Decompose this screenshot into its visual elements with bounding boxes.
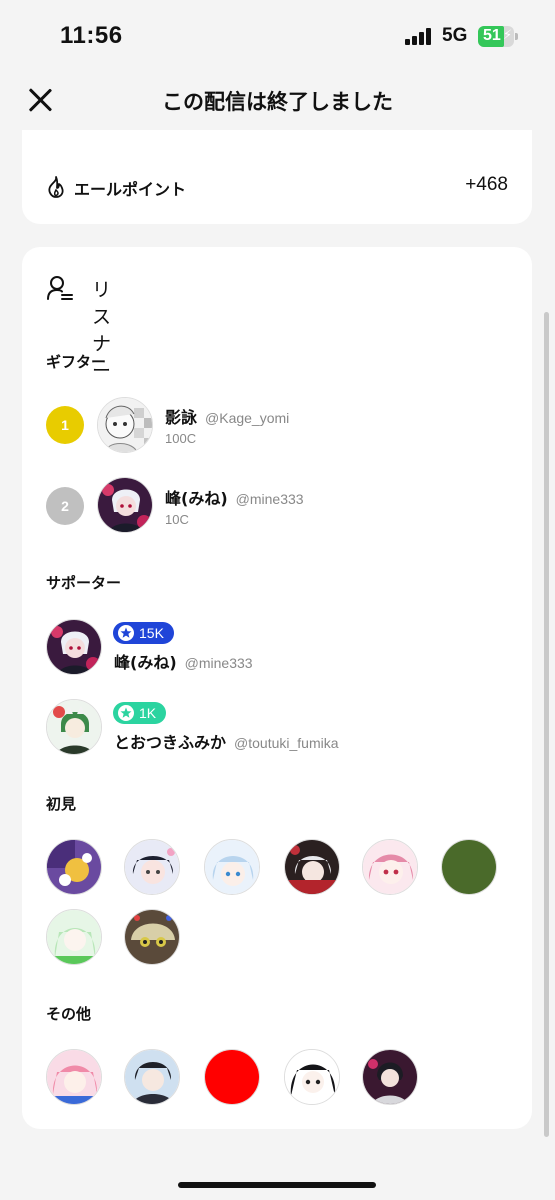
supporter-badge: 1K <box>113 702 167 724</box>
status-bar: 11:56 5G 51 ⚡ <box>0 0 555 72</box>
battery-tip <box>515 33 518 40</box>
gift-coins: 10C <box>165 512 189 527</box>
supporter-badge: 15K <box>113 622 174 644</box>
avatar[interactable] <box>97 477 153 533</box>
header: この配信は終了しました <box>0 72 555 128</box>
yell-points-row: エールポイント +468 <box>46 174 508 200</box>
user-name: 影詠 @Kage_yomi <box>165 408 290 427</box>
user-handle: @toutuki_fumika <box>234 735 339 751</box>
avatar[interactable] <box>284 1049 340 1105</box>
avatar[interactable] <box>441 839 497 895</box>
network-type: 5G <box>442 25 468 46</box>
others-section-title: その他 <box>46 1005 92 1023</box>
avatar[interactable] <box>97 397 153 453</box>
avatar[interactable] <box>46 1049 102 1105</box>
battery-level: 51 <box>483 27 501 44</box>
gifter-section-title: ギフター <box>46 353 107 371</box>
avatar[interactable] <box>362 839 418 895</box>
home-indicator[interactable] <box>178 1182 376 1188</box>
avatar[interactable] <box>46 839 102 895</box>
signal-icon <box>405 27 435 45</box>
avatar[interactable] <box>46 909 102 965</box>
first-time-section-title: 初見 <box>46 795 77 813</box>
supporter-section-title: サポーター <box>46 574 122 592</box>
avatar[interactable] <box>124 839 180 895</box>
user-name: 峰(みね) @mine333 <box>165 489 304 508</box>
avatar[interactable] <box>284 839 340 895</box>
user-handle: @mine333 <box>235 491 304 507</box>
star-icon <box>118 705 134 721</box>
user-name: とおつきふみか @toutuki_fumika <box>114 733 339 752</box>
page-title: この配信は終了しました <box>162 90 393 114</box>
avatar[interactable] <box>124 909 180 965</box>
battery-icon: 51 ⚡ <box>478 26 514 47</box>
avatar[interactable] <box>46 699 102 755</box>
avatar[interactable] <box>362 1049 418 1105</box>
user-handle: @Kage_yomi <box>205 410 290 426</box>
user-handle: @mine333 <box>184 655 253 671</box>
user-name: 峰(みね) @mine333 <box>114 653 253 672</box>
avatar[interactable] <box>204 839 260 895</box>
rank-badge: 2 <box>46 487 84 525</box>
avatar[interactable] <box>124 1049 180 1105</box>
rank-badge: 1 <box>46 406 84 444</box>
star-icon <box>118 625 134 641</box>
status-time: 11:56 <box>60 22 123 49</box>
listener-card: リスナー ギフター 1 影詠 @Kage_yomi 100C 2 峰(みね) @… <box>22 247 532 1129</box>
person-list-icon <box>47 276 73 300</box>
yell-points-card: エールポイント +468 <box>22 130 532 224</box>
avatar[interactable] <box>46 619 102 675</box>
yell-points-value: +468 <box>465 174 508 195</box>
avatar[interactable] <box>204 1049 260 1105</box>
yell-points-label: エールポイント <box>74 180 187 199</box>
gift-coins: 100C <box>165 431 197 446</box>
scrollbar[interactable] <box>544 312 549 1137</box>
flame-icon <box>48 176 64 198</box>
